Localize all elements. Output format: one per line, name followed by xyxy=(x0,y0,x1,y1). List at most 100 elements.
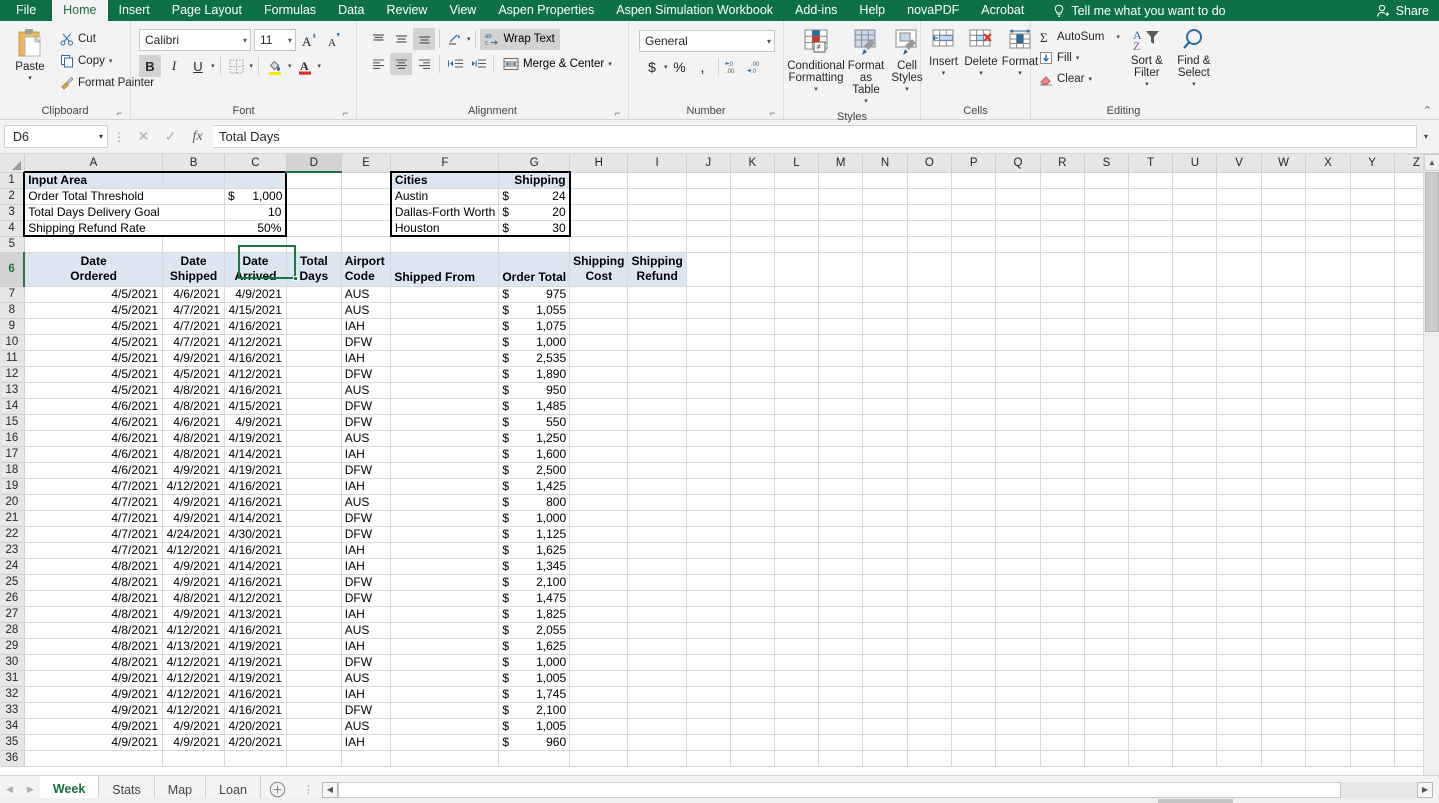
row-header-14[interactable]: 14 xyxy=(0,398,24,414)
cell-R35[interactable] xyxy=(1040,734,1084,750)
cell-Y34[interactable] xyxy=(1350,718,1394,734)
cell-H20[interactable] xyxy=(570,494,628,510)
cell-S18[interactable] xyxy=(1084,462,1128,478)
row-header-2[interactable]: 2 xyxy=(0,188,24,204)
previous-sheet-icon[interactable]: ◀ xyxy=(6,784,13,795)
cell-styles-chevron-down-icon[interactable]: ▾ xyxy=(905,84,909,96)
cell-T28[interactable] xyxy=(1129,622,1173,638)
cell-F8[interactable] xyxy=(391,302,499,318)
cell-N3[interactable] xyxy=(863,204,907,220)
cell-T27[interactable] xyxy=(1129,606,1173,622)
column-header-Y[interactable]: Y xyxy=(1350,154,1394,172)
cell-X33[interactable] xyxy=(1306,702,1350,718)
cell-M28[interactable] xyxy=(818,622,862,638)
cell-D10[interactable] xyxy=(286,334,341,350)
accounting-format-button[interactable]: $ xyxy=(641,56,663,78)
cell-L5[interactable] xyxy=(774,236,818,252)
cell-X32[interactable] xyxy=(1306,686,1350,702)
cell-H6[interactable]: Shipping Cost xyxy=(570,252,628,286)
cell-X24[interactable] xyxy=(1306,558,1350,574)
clear-chevron-down-icon[interactable]: ▾ xyxy=(1088,75,1092,83)
paste-button[interactable]: Paste ▾ xyxy=(4,24,56,87)
cell-N20[interactable] xyxy=(863,494,907,510)
cell-R17[interactable] xyxy=(1040,446,1084,462)
fill-chevron-down-icon[interactable]: ▾ xyxy=(1076,54,1080,62)
cell-W6[interactable] xyxy=(1261,252,1306,286)
cell-E9[interactable]: IAH xyxy=(341,318,391,334)
cell-W27[interactable] xyxy=(1261,606,1306,622)
cell-R10[interactable] xyxy=(1040,334,1084,350)
cell-C18[interactable]: 4/19/2021 xyxy=(225,462,287,478)
cell-R18[interactable] xyxy=(1040,462,1084,478)
next-sheet-icon[interactable]: ▶ xyxy=(27,784,34,795)
column-header-M[interactable]: M xyxy=(818,154,862,172)
cell-N34[interactable] xyxy=(863,718,907,734)
cell-P23[interactable] xyxy=(952,542,996,558)
find-select-chevron-down-icon[interactable]: ▾ xyxy=(1192,79,1196,91)
cell-N21[interactable] xyxy=(863,510,907,526)
cell-R8[interactable] xyxy=(1040,302,1084,318)
cell-R9[interactable] xyxy=(1040,318,1084,334)
cell-R34[interactable] xyxy=(1040,718,1084,734)
cell-P32[interactable] xyxy=(952,686,996,702)
cell-M34[interactable] xyxy=(818,718,862,734)
cell-T24[interactable] xyxy=(1129,558,1173,574)
cell-J6[interactable] xyxy=(686,252,730,286)
cell-G8[interactable]: $1,055 xyxy=(499,302,570,318)
cell-R2[interactable] xyxy=(1040,188,1084,204)
cell-J29[interactable] xyxy=(686,638,730,654)
cell-F27[interactable] xyxy=(391,606,499,622)
row-header-35[interactable]: 35 xyxy=(0,734,24,750)
cell-H34[interactable] xyxy=(570,718,628,734)
cell-M25[interactable] xyxy=(818,574,862,590)
cell-H32[interactable] xyxy=(570,686,628,702)
orientation-chevron-down-icon[interactable]: ▾ xyxy=(467,35,471,43)
cell-U19[interactable] xyxy=(1173,478,1217,494)
cell-X31[interactable] xyxy=(1306,670,1350,686)
cell-L20[interactable] xyxy=(774,494,818,510)
cell-N25[interactable] xyxy=(863,574,907,590)
cell-B35[interactable]: 4/9/2021 xyxy=(163,734,225,750)
cell-W20[interactable] xyxy=(1261,494,1306,510)
cell-O9[interactable] xyxy=(907,318,951,334)
cell-L15[interactable] xyxy=(774,414,818,430)
cell-R19[interactable] xyxy=(1040,478,1084,494)
accounting-chevron-down-icon[interactable]: ▾ xyxy=(664,63,668,71)
cell-D22[interactable] xyxy=(286,526,341,542)
cell-M26[interactable] xyxy=(818,590,862,606)
cell-W34[interactable] xyxy=(1261,718,1306,734)
cell-C26[interactable]: 4/12/2021 xyxy=(225,590,287,606)
borders-button[interactable] xyxy=(226,55,248,77)
cell-E36[interactable] xyxy=(341,750,391,766)
cell-G7[interactable]: $975 xyxy=(499,286,570,302)
cell-T4[interactable] xyxy=(1129,220,1173,236)
cell-Y11[interactable] xyxy=(1350,350,1394,366)
cell-O16[interactable] xyxy=(907,430,951,446)
ribbon-tab-data[interactable]: Data xyxy=(327,0,375,21)
tell-me-search[interactable]: Tell me what you want to do xyxy=(1043,0,1235,21)
cell-E19[interactable]: IAH xyxy=(341,478,391,494)
cell-R32[interactable] xyxy=(1040,686,1084,702)
cell-V16[interactable] xyxy=(1217,430,1261,446)
cell-I33[interactable] xyxy=(628,702,686,718)
column-header-H[interactable]: H xyxy=(570,154,628,172)
cell-B1[interactable] xyxy=(163,172,225,188)
cell-L27[interactable] xyxy=(774,606,818,622)
cell-B33[interactable]: 4/12/2021 xyxy=(163,702,225,718)
cell-Y27[interactable] xyxy=(1350,606,1394,622)
cell-D27[interactable] xyxy=(286,606,341,622)
cell-H31[interactable] xyxy=(570,670,628,686)
cell-Q23[interactable] xyxy=(996,542,1040,558)
vertical-scroll-thumb[interactable] xyxy=(1425,172,1439,332)
cell-D31[interactable] xyxy=(286,670,341,686)
cell-B7[interactable]: 4/6/2021 xyxy=(163,286,225,302)
cell-E20[interactable]: AUS xyxy=(341,494,391,510)
cell-O36[interactable] xyxy=(907,750,951,766)
cell-V5[interactable] xyxy=(1217,236,1261,252)
cell-L29[interactable] xyxy=(774,638,818,654)
cell-A31[interactable]: 4/9/2021 xyxy=(24,670,162,686)
cell-G18[interactable]: $2,500 xyxy=(499,462,570,478)
cell-S11[interactable] xyxy=(1084,350,1128,366)
cell-H18[interactable] xyxy=(570,462,628,478)
cell-P10[interactable] xyxy=(952,334,996,350)
